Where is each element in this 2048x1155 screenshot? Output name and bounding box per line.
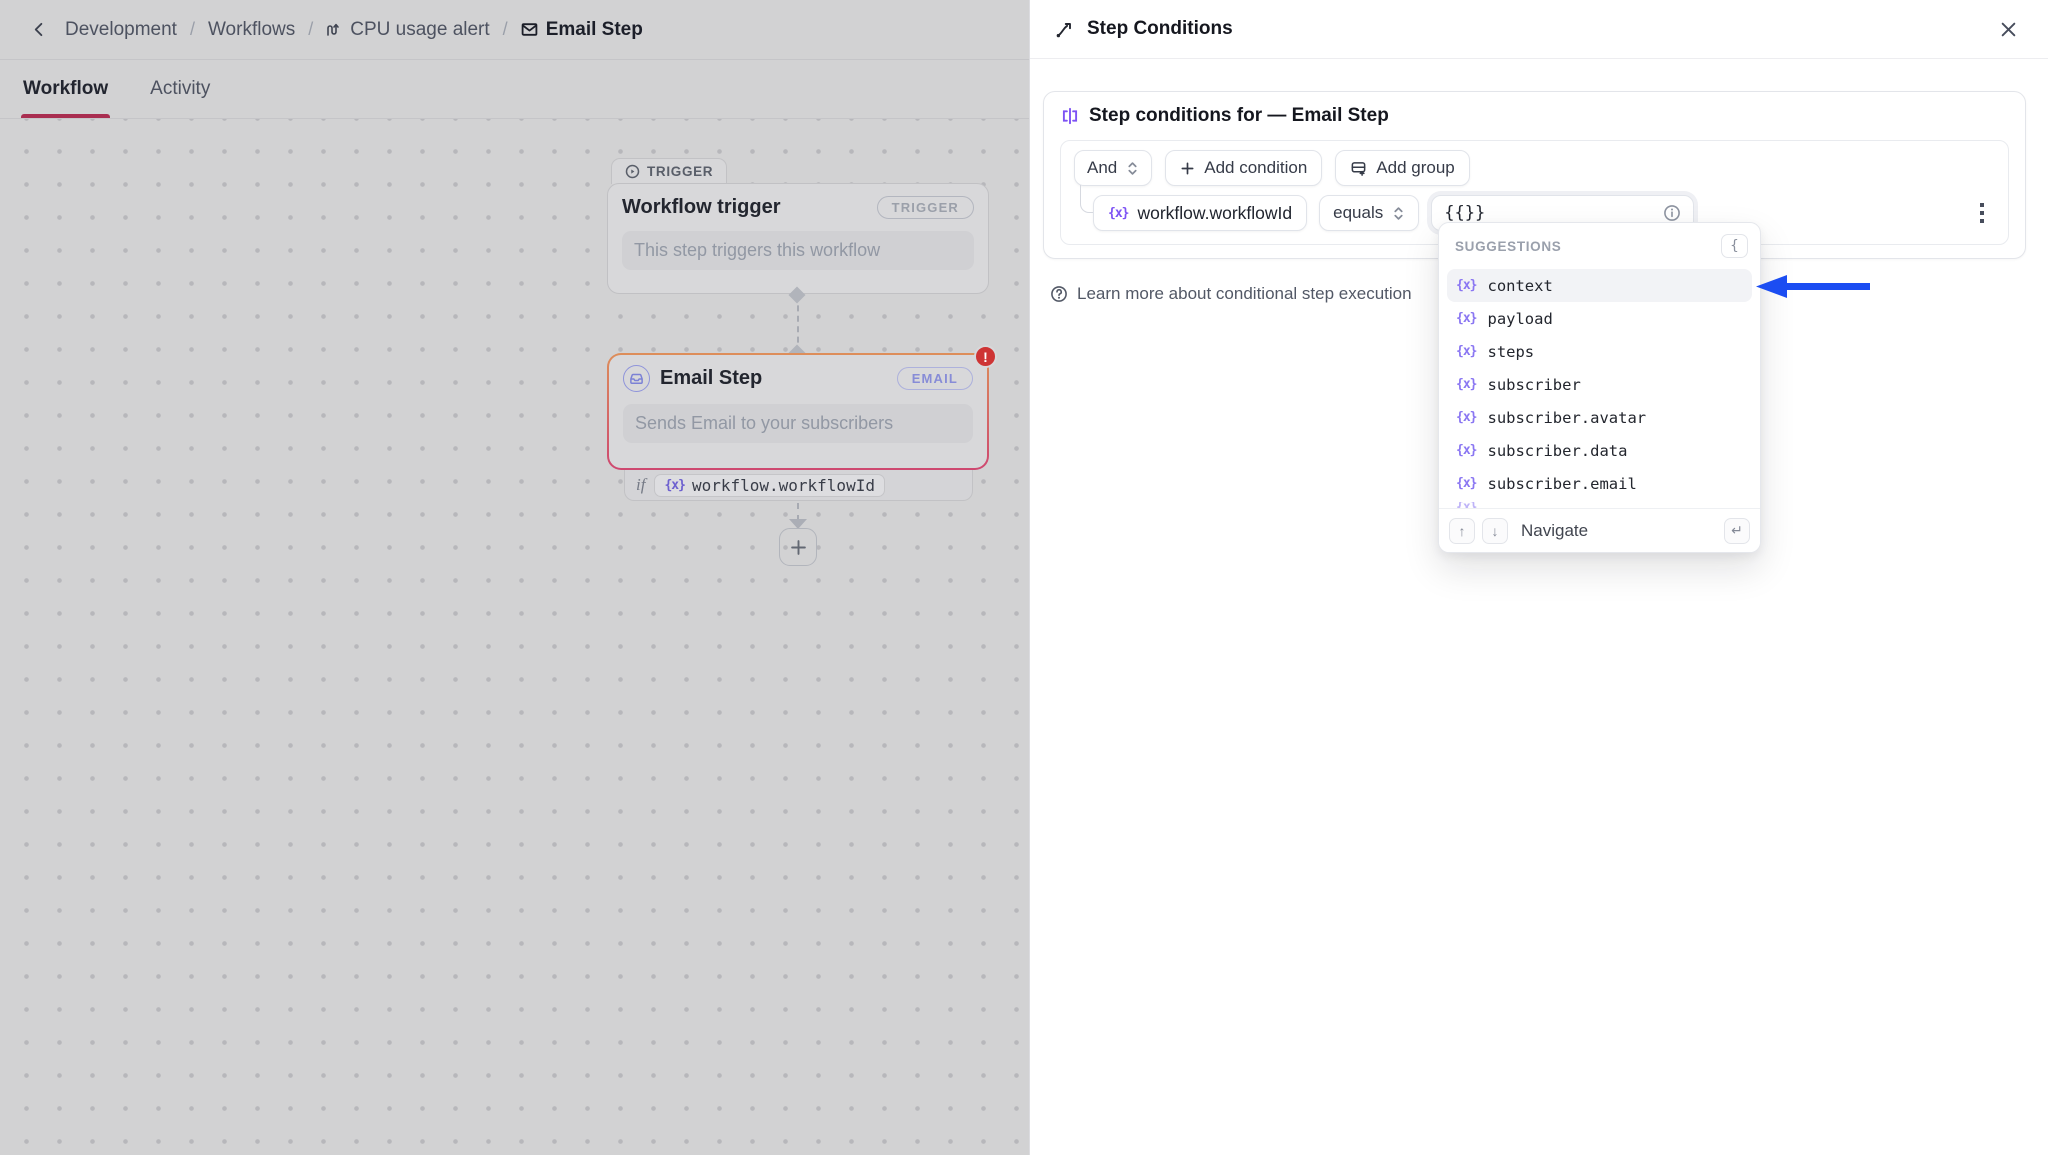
- variable-icon: {x}: [1456, 311, 1476, 326]
- add-group-icon: [1350, 160, 1367, 177]
- chevron-left-icon: [32, 22, 47, 37]
- email-node-badge: EMAIL: [897, 367, 973, 390]
- suggestions-header: SUGGESTIONS {: [1439, 223, 1760, 263]
- breadcrumb-item-development[interactable]: Development: [65, 19, 177, 41]
- step-conditions-panel: Step Conditions Step conditions for — Em…: [1029, 0, 2048, 1155]
- if-keyword: if: [636, 475, 645, 495]
- trigger-node-badge: TRIGGER: [877, 196, 974, 219]
- workflow-canvas[interactable]: TRIGGER Workflow trigger TRIGGER This st…: [0, 119, 1029, 1155]
- help-circle-icon: [1050, 285, 1068, 303]
- operator-select[interactable]: And: [1074, 150, 1152, 186]
- variable-icon: {x}: [664, 478, 684, 493]
- variable-icon: {x}: [1456, 443, 1476, 458]
- navigate-label: Navigate: [1521, 521, 1588, 541]
- brace-badge: {: [1721, 234, 1748, 258]
- panel-header: Step Conditions: [1030, 0, 2048, 59]
- back-button[interactable]: [26, 17, 52, 43]
- email-node-title: Email Step: [623, 365, 762, 392]
- breadcrumb-item-cpu-usage-alert[interactable]: CPU usage alert: [326, 19, 489, 41]
- variable-icon: {x}: [1456, 344, 1476, 359]
- enter-key-icon: ↵: [1724, 518, 1750, 544]
- workflow-editor: Development / Workflows / CPU usage aler…: [0, 0, 1029, 1155]
- suggestion-item-steps[interactable]: {x} steps: [1447, 335, 1752, 368]
- suggestions-footer: ↑ ↓ Navigate ↵: [1439, 508, 1760, 552]
- suggestion-item-subscriber[interactable]: {x} subscriber: [1447, 368, 1752, 401]
- suggestions-popover: SUGGESTIONS { {x} context {x} payload {x…: [1438, 222, 1761, 553]
- tab-activity[interactable]: Activity: [150, 60, 210, 118]
- arrow-up-key-icon: ↑: [1449, 518, 1475, 544]
- variable-icon: {x}: [1456, 278, 1476, 293]
- learn-more-link[interactable]: Learn more about conditional step execut…: [1050, 284, 1412, 304]
- breadcrumb-item-workflows[interactable]: Workflows: [208, 19, 295, 41]
- add-group-button[interactable]: Add group: [1335, 150, 1469, 186]
- tree-connector: [1080, 185, 1093, 213]
- email-step-icon: [623, 365, 650, 392]
- row-menu-button[interactable]: [1976, 199, 1988, 227]
- breadcrumb-separator: /: [503, 19, 508, 40]
- plus-icon: [1180, 161, 1195, 176]
- suggestion-item-context[interactable]: {x} context: [1447, 269, 1752, 302]
- error-badge: !: [974, 345, 997, 368]
- trigger-tag: TRIGGER: [611, 158, 727, 184]
- trigger-node[interactable]: Workflow trigger TRIGGER This step trigg…: [607, 183, 989, 294]
- plus-icon: [790, 539, 807, 556]
- add-step-button[interactable]: [779, 528, 817, 566]
- suggestion-item-subscriber-avatar[interactable]: {x} subscriber.avatar: [1447, 401, 1752, 434]
- tab-workflow[interactable]: Workflow: [23, 60, 108, 118]
- condition-field-chip[interactable]: {x} workflow.workflowId: [1093, 195, 1307, 231]
- workflow-icon: [326, 22, 342, 38]
- suggestions-list: {x} context {x} payload {x} steps {x} su…: [1439, 263, 1760, 513]
- step-condition-bar[interactable]: if {x} workflow.workflowId: [624, 470, 973, 501]
- breadcrumb-separator: /: [308, 19, 313, 40]
- info-icon[interactable]: [1663, 204, 1681, 222]
- suggestion-item-subscriber-email[interactable]: {x} subscriber.email: [1447, 467, 1752, 500]
- play-circle-icon: [625, 164, 640, 179]
- route-icon: [1055, 20, 1074, 39]
- email-node-subtitle: Sends Email to your subscribers: [623, 404, 973, 443]
- variable-icon: {x}: [1456, 410, 1476, 425]
- add-condition-button[interactable]: Add condition: [1165, 150, 1322, 186]
- arrow-down-key-icon: ↓: [1482, 518, 1508, 544]
- variable-icon: {x}: [1456, 476, 1476, 491]
- close-icon[interactable]: [1993, 14, 2023, 44]
- condition-operator-select[interactable]: equals: [1319, 195, 1419, 231]
- email-icon: [521, 21, 538, 38]
- condition-split-icon: [1060, 106, 1080, 126]
- annotation-arrow: [1756, 273, 1870, 300]
- breadcrumb-separator: /: [190, 19, 195, 40]
- condition-variable-chip[interactable]: {x} workflow.workflowId: [654, 474, 885, 497]
- breadcrumb: Development / Workflows / CPU usage aler…: [0, 0, 1029, 60]
- suggestion-item-payload[interactable]: {x} payload: [1447, 302, 1752, 335]
- email-node[interactable]: Email Step EMAIL Sends Email to your sub…: [607, 353, 989, 470]
- suggestion-item-subscriber-data[interactable]: {x} subscriber.data: [1447, 434, 1752, 467]
- chevron-updown-icon: [1126, 161, 1139, 176]
- trigger-node-subtitle: This step triggers this workflow: [622, 231, 974, 270]
- variable-icon: {x}: [1108, 206, 1128, 221]
- tab-bar: Workflow Activity: [0, 60, 1029, 119]
- trigger-node-title: Workflow trigger: [622, 196, 781, 219]
- card-title-row: Step conditions for — Email Step: [1060, 105, 2009, 127]
- breadcrumb-item-email-step: Email Step: [521, 19, 643, 41]
- panel-title: Step Conditions: [1087, 18, 1233, 40]
- chevron-updown-icon: [1392, 206, 1405, 221]
- variable-icon: {x}: [1456, 377, 1476, 392]
- card-title: Step conditions for — Email Step: [1089, 105, 1389, 127]
